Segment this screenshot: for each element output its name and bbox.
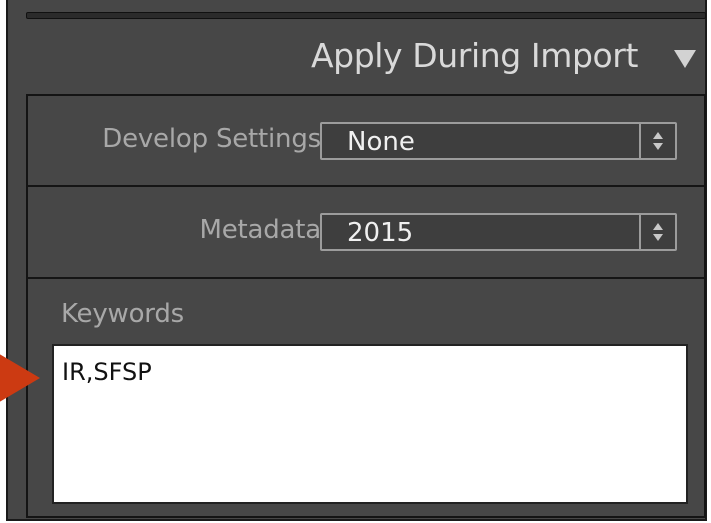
metadata-popup[interactable]: 2015 bbox=[320, 213, 677, 251]
develop-settings-popup[interactable]: None bbox=[320, 122, 677, 160]
triangle-down-icon[interactable] bbox=[674, 50, 696, 68]
develop-settings-value: None bbox=[347, 127, 415, 157]
keywords-label: Keywords bbox=[61, 299, 184, 329]
section-header[interactable]: Apply During Import bbox=[22, 24, 704, 88]
develop-settings-label: Develop Settings bbox=[102, 124, 321, 154]
up-down-stepper-icon[interactable] bbox=[639, 124, 675, 158]
red-arrow-pointer-icon bbox=[0, 352, 40, 404]
up-down-stepper-icon[interactable] bbox=[639, 215, 675, 249]
panel-top-edge bbox=[26, 12, 706, 19]
section-title: Apply During Import bbox=[311, 36, 638, 75]
metadata-value: 2015 bbox=[347, 218, 414, 248]
keywords-row: Keywords IR,SFSP bbox=[28, 279, 704, 516]
apply-during-import-panel: Apply During Import Develop Settings Non… bbox=[6, 0, 707, 521]
develop-settings-row: Develop Settings None bbox=[28, 96, 704, 187]
keywords-field[interactable]: IR,SFSP bbox=[52, 344, 688, 504]
settings-container: Develop Settings None Metadata 2015 Keyw… bbox=[26, 94, 706, 518]
metadata-row: Metadata 2015 bbox=[28, 187, 704, 279]
metadata-label: Metadata bbox=[199, 215, 321, 245]
